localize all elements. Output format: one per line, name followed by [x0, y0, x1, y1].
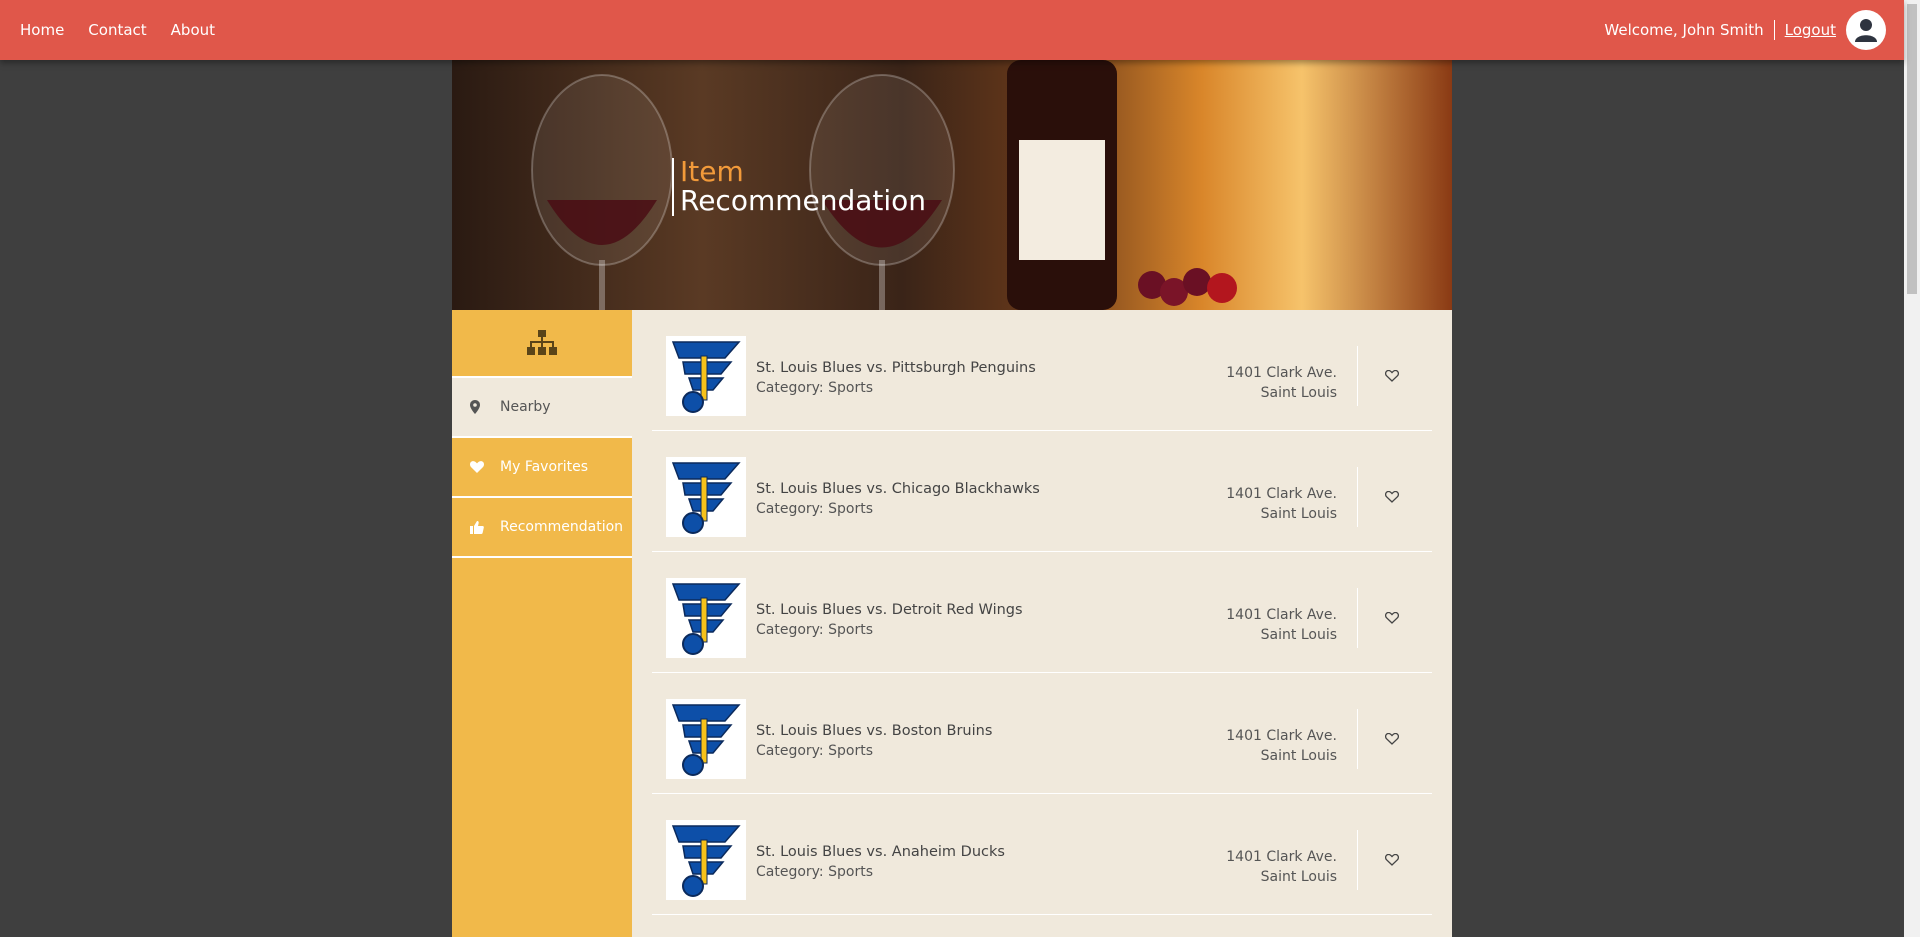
item-category-value: Sports — [828, 380, 873, 396]
favorite-button[interactable] — [1384, 489, 1400, 505]
item-category: Category: Sports — [756, 622, 873, 638]
item-address-line1: 1401 Clark Ave. — [1226, 607, 1337, 623]
item-divider — [1357, 830, 1358, 890]
item-address-line1: 1401 Clark Ave. — [1226, 728, 1337, 744]
item-list: St. Louis Blues vs. Pittsburgh Penguins … — [632, 310, 1452, 937]
heart-outline-icon — [1385, 612, 1399, 624]
heart-outline-icon — [1385, 854, 1399, 866]
blues-logo-icon — [671, 462, 741, 534]
favorite-button[interactable] — [1384, 852, 1400, 868]
blues-logo-icon — [671, 583, 741, 655]
item-address: 1401 Clark Ave. Saint Louis — [1226, 363, 1337, 403]
item-category: Category: Sports — [756, 743, 873, 759]
item-address-line2: Saint Louis — [1260, 506, 1337, 522]
avatar[interactable] — [1846, 10, 1886, 50]
item-category-label: Category: — [756, 743, 824, 759]
heart-icon — [470, 461, 488, 473]
favorite-button[interactable] — [1384, 610, 1400, 626]
page-scrollbar[interactable] — [1904, 0, 1920, 937]
item-title[interactable]: St. Louis Blues vs. Detroit Red Wings — [756, 602, 1023, 618]
favorite-button[interactable] — [1384, 731, 1400, 747]
item-thumbnail — [666, 820, 746, 900]
nav-about-link[interactable]: About — [171, 21, 215, 39]
blues-logo-icon — [671, 825, 741, 897]
thumbs-up-icon — [470, 520, 488, 534]
favorite-button[interactable] — [1384, 368, 1400, 384]
sidebar-item-label: Recommendation — [500, 519, 624, 535]
item-divider — [1357, 467, 1358, 527]
item-category-value: Sports — [828, 743, 873, 759]
nav-links: Home Contact About — [20, 0, 239, 60]
item-address-line2: Saint Louis — [1260, 869, 1337, 885]
item-title[interactable]: St. Louis Blues vs. Boston Bruins — [756, 723, 992, 739]
nav-home-link[interactable]: Home — [20, 21, 64, 39]
item-category-label: Category: — [756, 622, 824, 638]
item-divider — [1357, 709, 1358, 769]
page-container: Item Recommendation Nearby My Favorites … — [452, 60, 1452, 937]
list-item[interactable]: St. Louis Blues vs. Boston Bruins Catego… — [652, 673, 1432, 794]
nav-contact-link[interactable]: Contact — [88, 21, 146, 39]
item-divider — [1357, 346, 1358, 406]
item-category-label: Category: — [756, 864, 824, 880]
item-thumbnail — [666, 578, 746, 658]
item-category-value: Sports — [828, 864, 873, 880]
list-item[interactable]: St. Louis Blues vs. Pittsburgh Penguins … — [652, 310, 1432, 431]
item-category-label: Category: — [756, 380, 824, 396]
item-address-line1: 1401 Clark Ave. — [1226, 486, 1337, 502]
page-title: Item Recommendation — [672, 158, 926, 216]
sidebar-item-label: My Favorites — [500, 459, 589, 475]
hero-banner: Item Recommendation — [452, 60, 1452, 310]
heart-outline-icon — [1385, 733, 1399, 745]
welcome-text: Welcome, John Smith — [1604, 20, 1775, 40]
sidebar-item-label: Nearby — [500, 399, 551, 415]
heart-outline-icon — [1385, 370, 1399, 382]
item-address: 1401 Clark Ave. Saint Louis — [1226, 847, 1337, 887]
item-address-line2: Saint Louis — [1260, 627, 1337, 643]
sidebar-item-recommendation[interactable]: Recommendation — [452, 498, 632, 558]
item-address: 1401 Clark Ave. Saint Louis — [1226, 726, 1337, 766]
page-title-line1: Item — [680, 155, 744, 188]
map-pin-icon — [470, 400, 488, 414]
heart-outline-icon — [1385, 491, 1399, 503]
item-thumbnail — [666, 336, 746, 416]
item-title[interactable]: St. Louis Blues vs. Anaheim Ducks — [756, 844, 1005, 860]
top-navbar: Home Contact About Welcome, John Smith L… — [0, 0, 1904, 60]
item-thumbnail — [666, 699, 746, 779]
sidebar-header — [452, 310, 632, 378]
item-address-line1: 1401 Clark Ave. — [1226, 365, 1337, 381]
blues-logo-icon — [671, 341, 741, 413]
sidebar-item-my-favorites[interactable]: My Favorites — [452, 438, 632, 498]
list-item[interactable]: St. Louis Blues vs. Anaheim Ducks Catego… — [652, 794, 1432, 915]
item-address-line2: Saint Louis — [1260, 748, 1337, 764]
scrollbar-thumb[interactable] — [1907, 4, 1917, 294]
sidebar-item-nearby[interactable]: Nearby — [452, 378, 632, 438]
item-address-line2: Saint Louis — [1260, 385, 1337, 401]
item-category: Category: Sports — [756, 380, 873, 396]
item-thumbnail — [666, 457, 746, 537]
sidebar: Nearby My Favorites Recommendation — [452, 310, 632, 937]
item-divider — [1357, 588, 1358, 648]
item-category: Category: Sports — [756, 864, 873, 880]
item-address-line1: 1401 Clark Ave. — [1226, 849, 1337, 865]
list-item[interactable]: St. Louis Blues vs. Chicago Blackhawks C… — [652, 431, 1432, 552]
user-icon — [1855, 19, 1877, 42]
item-category-value: Sports — [828, 501, 873, 517]
hero-image — [531, 60, 1237, 310]
item-category: Category: Sports — [756, 501, 873, 517]
item-category-value: Sports — [828, 622, 873, 638]
item-title[interactable]: St. Louis Blues vs. Pittsburgh Penguins — [756, 360, 1036, 376]
page-title-line2: Recommendation — [680, 184, 927, 217]
item-title[interactable]: St. Louis Blues vs. Chicago Blackhawks — [756, 481, 1040, 497]
logout-link[interactable]: Logout — [1785, 21, 1836, 39]
blues-logo-icon — [671, 704, 741, 776]
sitemap-icon — [527, 330, 557, 355]
list-item[interactable]: St. Louis Blues vs. Detroit Red Wings Ca… — [652, 552, 1432, 673]
item-address: 1401 Clark Ave. Saint Louis — [1226, 605, 1337, 645]
user-area: Welcome, John Smith Logout — [1604, 0, 1886, 60]
item-category-label: Category: — [756, 501, 824, 517]
item-address: 1401 Clark Ave. Saint Louis — [1226, 484, 1337, 524]
